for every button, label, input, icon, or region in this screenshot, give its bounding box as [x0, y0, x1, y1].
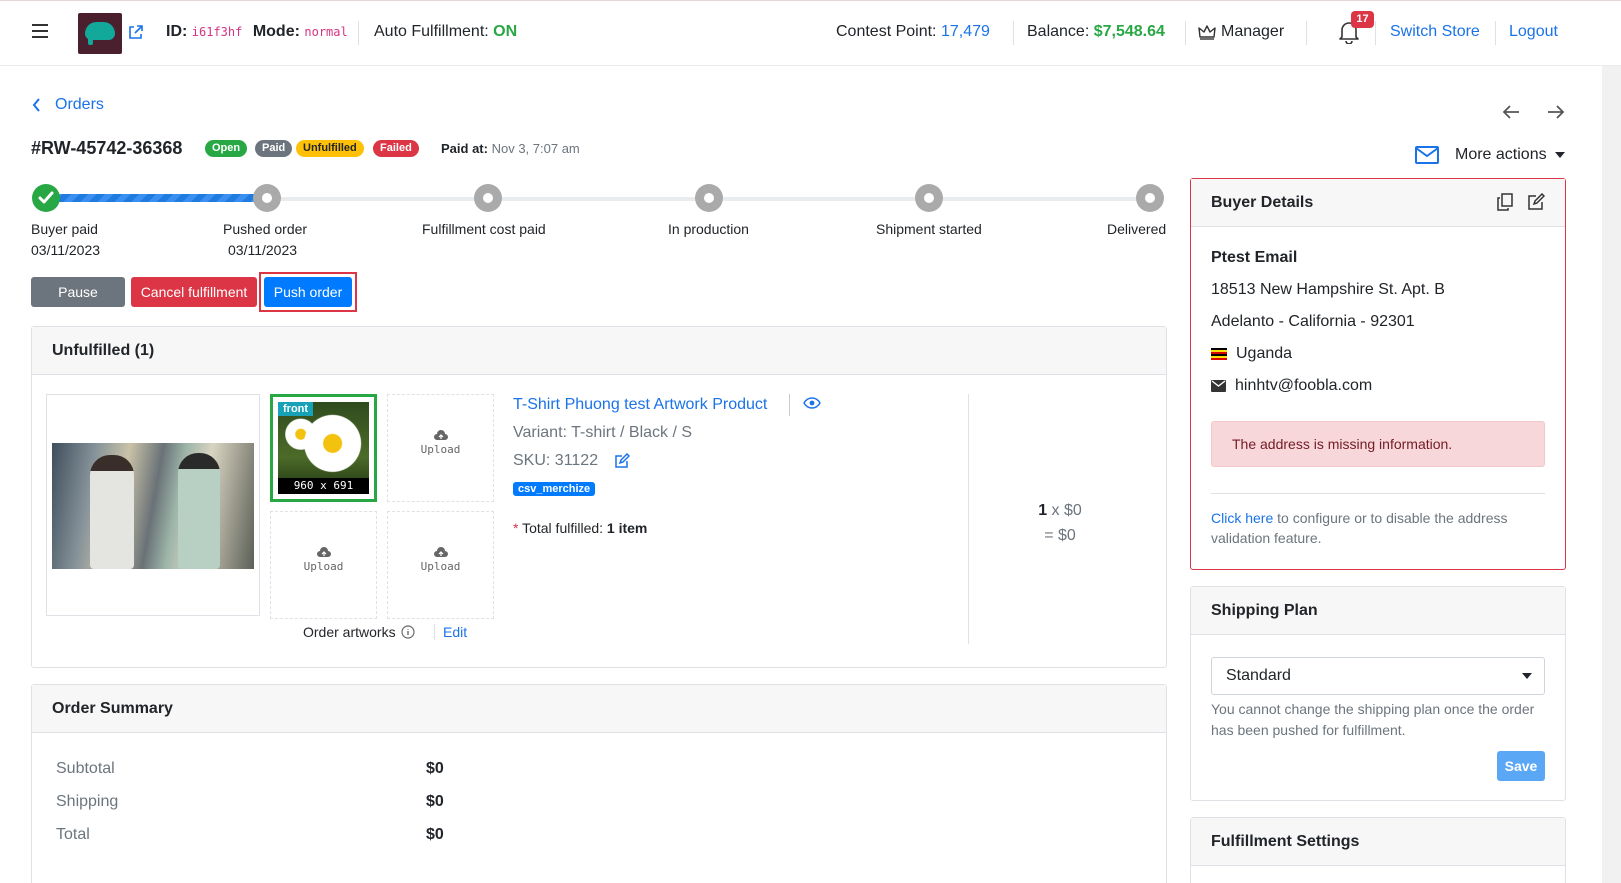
buyer-address-line2: Adelanto - California - 92301: [1211, 313, 1415, 330]
buyer-email: hinhtv@foobla.com: [1211, 377, 1372, 395]
step-dot-delivered: [1136, 184, 1164, 212]
step-label: Pushed order: [223, 221, 308, 237]
summary-value: $0: [426, 760, 444, 777]
auto-fulfillment-status: Auto Fulfillment: ON: [374, 23, 518, 40]
product-tag: csv_merchize: [513, 482, 596, 496]
edit-icon[interactable]: [1527, 193, 1545, 211]
page-scrollbar[interactable]: [1602, 66, 1621, 883]
step-label: Buyer paid: [31, 221, 98, 237]
caret-down-icon: [1554, 152, 1565, 158]
product-mockup[interactable]: [46, 394, 260, 616]
step-dot-pushed: [253, 184, 281, 212]
edit-icon[interactable]: [614, 453, 631, 469]
status-badge-open: Open: [205, 140, 248, 157]
uganda-flag-icon: [1211, 348, 1227, 360]
step-date: 03/11/2023: [228, 242, 298, 258]
push-order-button[interactable]: Push order: [264, 277, 352, 307]
role-manager[interactable]: Manager: [1198, 23, 1284, 41]
status-badge-unfulfilled: Unfulfilled: [296, 140, 364, 157]
address-missing-alert: The address is missing information.: [1211, 421, 1545, 467]
cancel-fulfillment-button[interactable]: Cancel fulfillment: [131, 277, 257, 307]
paid-at: Paid at: Nov 3, 7:07 am: [441, 141, 580, 156]
cloud-upload-icon: [316, 547, 331, 557]
contest-point: Contest Point: 17,479: [836, 23, 990, 40]
buyer-country: Uganda: [1211, 345, 1292, 363]
step-label: Delivered: [1107, 221, 1167, 237]
step-dot-production: [695, 184, 723, 212]
switch-store-link[interactable]: Switch Store: [1390, 23, 1480, 41]
step-label: In production: [668, 221, 749, 237]
artwork-side-tag: front: [278, 402, 314, 416]
notification-count-badge: 17: [1351, 11, 1374, 28]
summary-value: $0: [426, 793, 444, 810]
step-dot-cost-paid: [474, 184, 502, 212]
fulfillment-settings-card: Fulfillment Settings: [1190, 817, 1566, 883]
more-actions-dropdown[interactable]: More actions: [1455, 146, 1565, 164]
step-label: Shipment started: [876, 221, 982, 237]
cloud-upload-icon: [433, 430, 448, 440]
balance: Balance: $7,548.64: [1027, 23, 1165, 40]
line-quantity-price: 1 x $0 = $0: [1038, 502, 1082, 544]
summary-label: Subtotal: [56, 760, 115, 777]
cloud-upload-icon: [433, 547, 448, 557]
external-link-icon[interactable]: [128, 24, 144, 40]
order-artworks-label: Order artworks: [303, 624, 415, 640]
caret-down-icon: [1522, 673, 1532, 679]
eye-icon[interactable]: [803, 397, 821, 409]
shipping-plan-note: You cannot change the shipping plan once…: [1211, 701, 1535, 738]
prev-order-arrow-icon[interactable]: [1502, 104, 1520, 120]
total-fulfilled: * Total fulfilled: 1 item: [513, 520, 648, 536]
save-shipping-button[interactable]: Save: [1497, 751, 1545, 781]
order-summary-card: Order Summary: [31, 684, 1167, 883]
buyer-address-line1: 18513 New Hampshire St. Apt. B: [1211, 281, 1445, 298]
order-number: #RW-45742-36368: [31, 138, 183, 158]
buyer-name: Ptest Email: [1211, 249, 1298, 266]
info-icon[interactable]: [400, 625, 415, 639]
menu-icon[interactable]: [32, 24, 48, 38]
upload-slot[interactable]: Upload: [387, 511, 494, 619]
front-artwork[interactable]: front 960 x 691: [270, 394, 377, 502]
logout-link[interactable]: Logout: [1509, 23, 1558, 41]
step-done-check-icon: [32, 184, 60, 212]
configure-address-validation-link[interactable]: Click here: [1211, 510, 1273, 526]
pause-order-button[interactable]: Pause order: [31, 277, 125, 330]
summary-label: Shipping: [56, 793, 119, 810]
crown-icon: [1198, 24, 1216, 40]
progress-fill: [46, 194, 268, 202]
step-dot-shipment: [915, 184, 943, 212]
upload-slot[interactable]: Upload: [270, 511, 377, 619]
address-validation-help: Click here to configure or to disable th…: [1211, 510, 1508, 546]
card-title: Shipping Plan: [1191, 587, 1565, 635]
envelope-icon[interactable]: [1415, 146, 1439, 164]
shipping-plan-card: Shipping Plan Standard You cannot change…: [1190, 586, 1566, 801]
top-header: ID: i61f3hf Mode: normal Auto Fulfillmen…: [0, 0, 1621, 66]
back-to-orders-link[interactable]: Orders: [32, 96, 104, 114]
status-badge-paid: Paid: [255, 140, 293, 157]
step-date: 03/11/2023: [31, 242, 101, 258]
summary-label: Total: [56, 826, 90, 843]
store-logo[interactable]: [78, 13, 122, 54]
buyer-details-card: Buyer Details Ptest Email 18513 New Hamp…: [1190, 178, 1566, 570]
copy-icon[interactable]: [1497, 193, 1513, 211]
edit-artworks-link[interactable]: Edit: [434, 624, 467, 640]
card-title: Unfulfilled (1): [32, 327, 1166, 375]
status-badge-failed: Failed: [373, 140, 419, 157]
product-image: [52, 443, 254, 569]
chevron-left-icon: [32, 98, 40, 112]
upload-slot[interactable]: Upload: [387, 394, 494, 502]
envelope-icon: [1211, 380, 1226, 392]
summary-value: $0: [426, 826, 444, 843]
artwork-dimensions: 960 x 691: [278, 478, 369, 494]
next-order-arrow-icon[interactable]: [1547, 104, 1565, 120]
product-variant: Variant: T-shirt / Black / S: [513, 424, 693, 441]
store-id: ID: i61f3hf Mode: normal: [166, 23, 348, 40]
product-title-link[interactable]: T-Shirt Phuong test Artwork Product: [513, 396, 767, 414]
card-title: Order Summary: [32, 685, 1166, 733]
product-sku: SKU: 31122: [513, 452, 631, 470]
shipping-plan-select[interactable]: Standard: [1211, 657, 1545, 695]
step-label: Fulfillment cost paid: [422, 221, 546, 237]
card-title: Fulfillment Settings: [1191, 818, 1565, 866]
